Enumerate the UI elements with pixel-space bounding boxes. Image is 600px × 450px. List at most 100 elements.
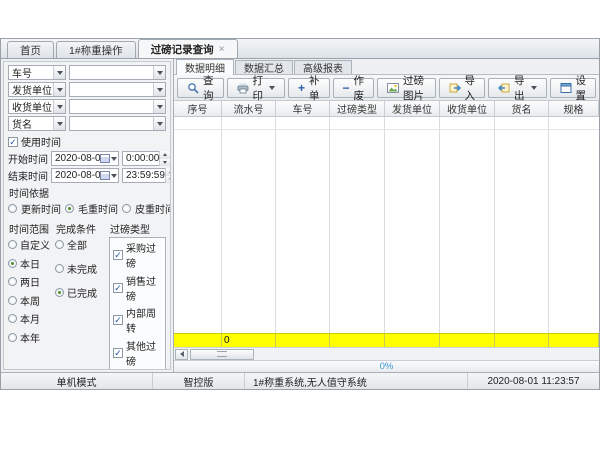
chevron-down-icon[interactable] (53, 117, 65, 130)
tab-data-summary[interactable]: 数据汇总 (235, 60, 293, 74)
checkbox-purchase-weigh[interactable]: ✓ (113, 250, 123, 260)
status-datetime: 2020-08-01 11:23:57 (467, 373, 599, 389)
time-range-column: 时间范围 自定义 本日 两日 本周 本月 本年 (8, 219, 55, 370)
scrollbar-thumb[interactable] (190, 349, 254, 360)
filter-row-receiver: 收货单位 (8, 99, 166, 114)
radio-tare-time-label: 皮重时间 (135, 201, 171, 216)
column-header-serial[interactable]: 流水号 (222, 101, 276, 116)
tab-weigh-record-query[interactable]: 过磅记录查询 × (138, 39, 238, 58)
horizontal-scrollbar[interactable] (174, 347, 599, 360)
spinner-arrows-icon[interactable] (165, 168, 171, 183)
goods-field-select[interactable]: 货名 (8, 116, 66, 131)
column-header-goods[interactable]: 货名 (495, 101, 549, 116)
start-date-picker[interactable]: 2020-08-01 (51, 151, 119, 166)
export-button-label: 导出 (514, 73, 525, 103)
document-tabbar: 首页 1#称重操作 过磅记录查询 × (1, 39, 599, 59)
start-time-spinner[interactable]: 0:00:00 (122, 151, 171, 166)
column-header-shipper[interactable]: 发货单位 (385, 101, 440, 116)
supplement-order-label: 补单 (309, 73, 320, 103)
start-time-label: 开始时间 (8, 151, 48, 166)
void-button[interactable]: − 作废 (333, 78, 375, 98)
radio-unfinished[interactable] (55, 264, 64, 273)
checkbox-internal-transfer[interactable]: ✓ (113, 315, 123, 325)
radio-this-month-label: 本月 (20, 311, 40, 326)
chevron-down-icon[interactable] (110, 169, 118, 182)
tab-weigh-operation-label: 1#称重操作 (69, 43, 123, 58)
radio-all[interactable] (55, 240, 64, 249)
chevron-down-icon[interactable] (53, 66, 65, 79)
receiver-field-select[interactable]: 收货单位 (8, 99, 66, 114)
end-time-spinner[interactable]: 23:59:59 (122, 168, 171, 183)
status-mode: 单机模式 (1, 373, 153, 389)
supplement-order-button[interactable]: + 补单 (288, 78, 330, 98)
settings-button[interactable]: 设置 (550, 78, 597, 98)
column-header-index[interactable]: 序号 (174, 101, 222, 116)
radio-unfinished-label: 未完成 (67, 261, 97, 276)
chevron-down-icon[interactable] (531, 86, 537, 90)
calendar-icon[interactable] (100, 154, 110, 163)
end-date-value: 2020-08-01 (55, 170, 100, 181)
tab-weigh-record-query-label: 过磅记录查询 (151, 42, 214, 57)
radio-tare-time[interactable] (122, 204, 131, 213)
radio-this-month[interactable] (8, 314, 17, 323)
checkbox-other-weigh[interactable]: ✓ (113, 348, 123, 358)
range-state-type-section: 时间范围 自定义 本日 两日 本周 本月 本年 完成条件 全部 未完成 已完成 (8, 219, 166, 370)
chevron-down-icon[interactable] (153, 100, 165, 113)
use-time-checkbox[interactable]: ✓ (8, 137, 18, 147)
import-button[interactable]: 导入 (439, 78, 486, 98)
tab-weigh-operation[interactable]: 1#称重操作 (56, 41, 136, 58)
weigh-photo-button[interactable]: 过磅图片 (377, 78, 435, 98)
export-button[interactable]: 导出 (488, 78, 547, 98)
vehicle-field-select[interactable]: 车号 (8, 65, 66, 80)
records-grid: 序号 流水号 车号 过磅类型 发货单位 收货单位 货名 规格 0 (174, 101, 599, 360)
query-button[interactable]: 查询 (177, 78, 224, 98)
grid-body[interactable] (174, 130, 599, 333)
tab-advanced-report[interactable]: 高级报表 (294, 60, 352, 74)
column-header-spec[interactable]: 规格 (549, 101, 599, 116)
radio-all-label: 全部 (67, 237, 87, 252)
column-header-weigh-type[interactable]: 过磅类型 (330, 101, 385, 116)
end-date-picker[interactable]: 2020-08-01 (51, 168, 119, 183)
chevron-down-icon[interactable] (53, 100, 65, 113)
radio-today[interactable] (8, 259, 17, 268)
search-icon (187, 82, 199, 94)
progress-bar: 0% (174, 360, 599, 372)
calendar-icon[interactable] (100, 171, 110, 180)
column-header-receiver[interactable]: 收货单位 (440, 101, 495, 116)
radio-finished[interactable] (55, 288, 64, 297)
radio-custom-range[interactable] (8, 240, 17, 249)
receiver-value-combobox[interactable] (69, 99, 166, 114)
radio-gross-time-label: 毛重时间 (78, 201, 118, 216)
radio-this-year[interactable] (8, 333, 17, 342)
weigh-photo-label: 过磅图片 (403, 73, 425, 103)
checkbox-purchase-weigh-label: 采购过磅 (126, 240, 162, 270)
scroll-left-icon[interactable] (175, 349, 188, 360)
vehicle-value-combobox[interactable] (69, 65, 166, 80)
filter-row-vehicle: 车号 (8, 65, 166, 80)
radio-two-days[interactable] (8, 277, 17, 286)
checkbox-sale-weigh[interactable]: ✓ (113, 283, 123, 293)
chevron-down-icon[interactable] (269, 86, 275, 90)
column-header-vehicle[interactable]: 车号 (276, 101, 330, 116)
tab-home[interactable]: 首页 (7, 41, 54, 58)
print-button-label: 打印 (253, 73, 264, 103)
radio-update-time[interactable] (8, 204, 17, 213)
spinner-arrows-icon[interactable] (159, 151, 170, 166)
chevron-down-icon[interactable] (110, 152, 118, 165)
results-tabbar: 数据明细 数据汇总 高级报表 (174, 59, 599, 75)
radio-gross-time[interactable] (65, 204, 74, 213)
goods-value-combobox[interactable] (69, 116, 166, 131)
chevron-down-icon[interactable] (153, 117, 165, 130)
checkbox-sale-weigh-label: 销售过磅 (126, 273, 162, 303)
chevron-down-icon[interactable] (153, 83, 165, 96)
settings-button-label: 设置 (576, 73, 587, 103)
chevron-down-icon[interactable] (53, 83, 65, 96)
weigh-type-box: ✓采购过磅 ✓销售过磅 ✓内部周转 ✓其他过磅 (109, 237, 166, 370)
shipper-field-select[interactable]: 发货单位 (8, 82, 66, 97)
chevron-down-icon[interactable] (153, 66, 165, 79)
shipper-value-combobox[interactable] (69, 82, 166, 97)
close-icon[interactable]: × (219, 44, 225, 55)
start-date-value: 2020-08-01 (55, 153, 100, 164)
radio-this-week[interactable] (8, 296, 17, 305)
print-button[interactable]: 打印 (227, 78, 286, 98)
